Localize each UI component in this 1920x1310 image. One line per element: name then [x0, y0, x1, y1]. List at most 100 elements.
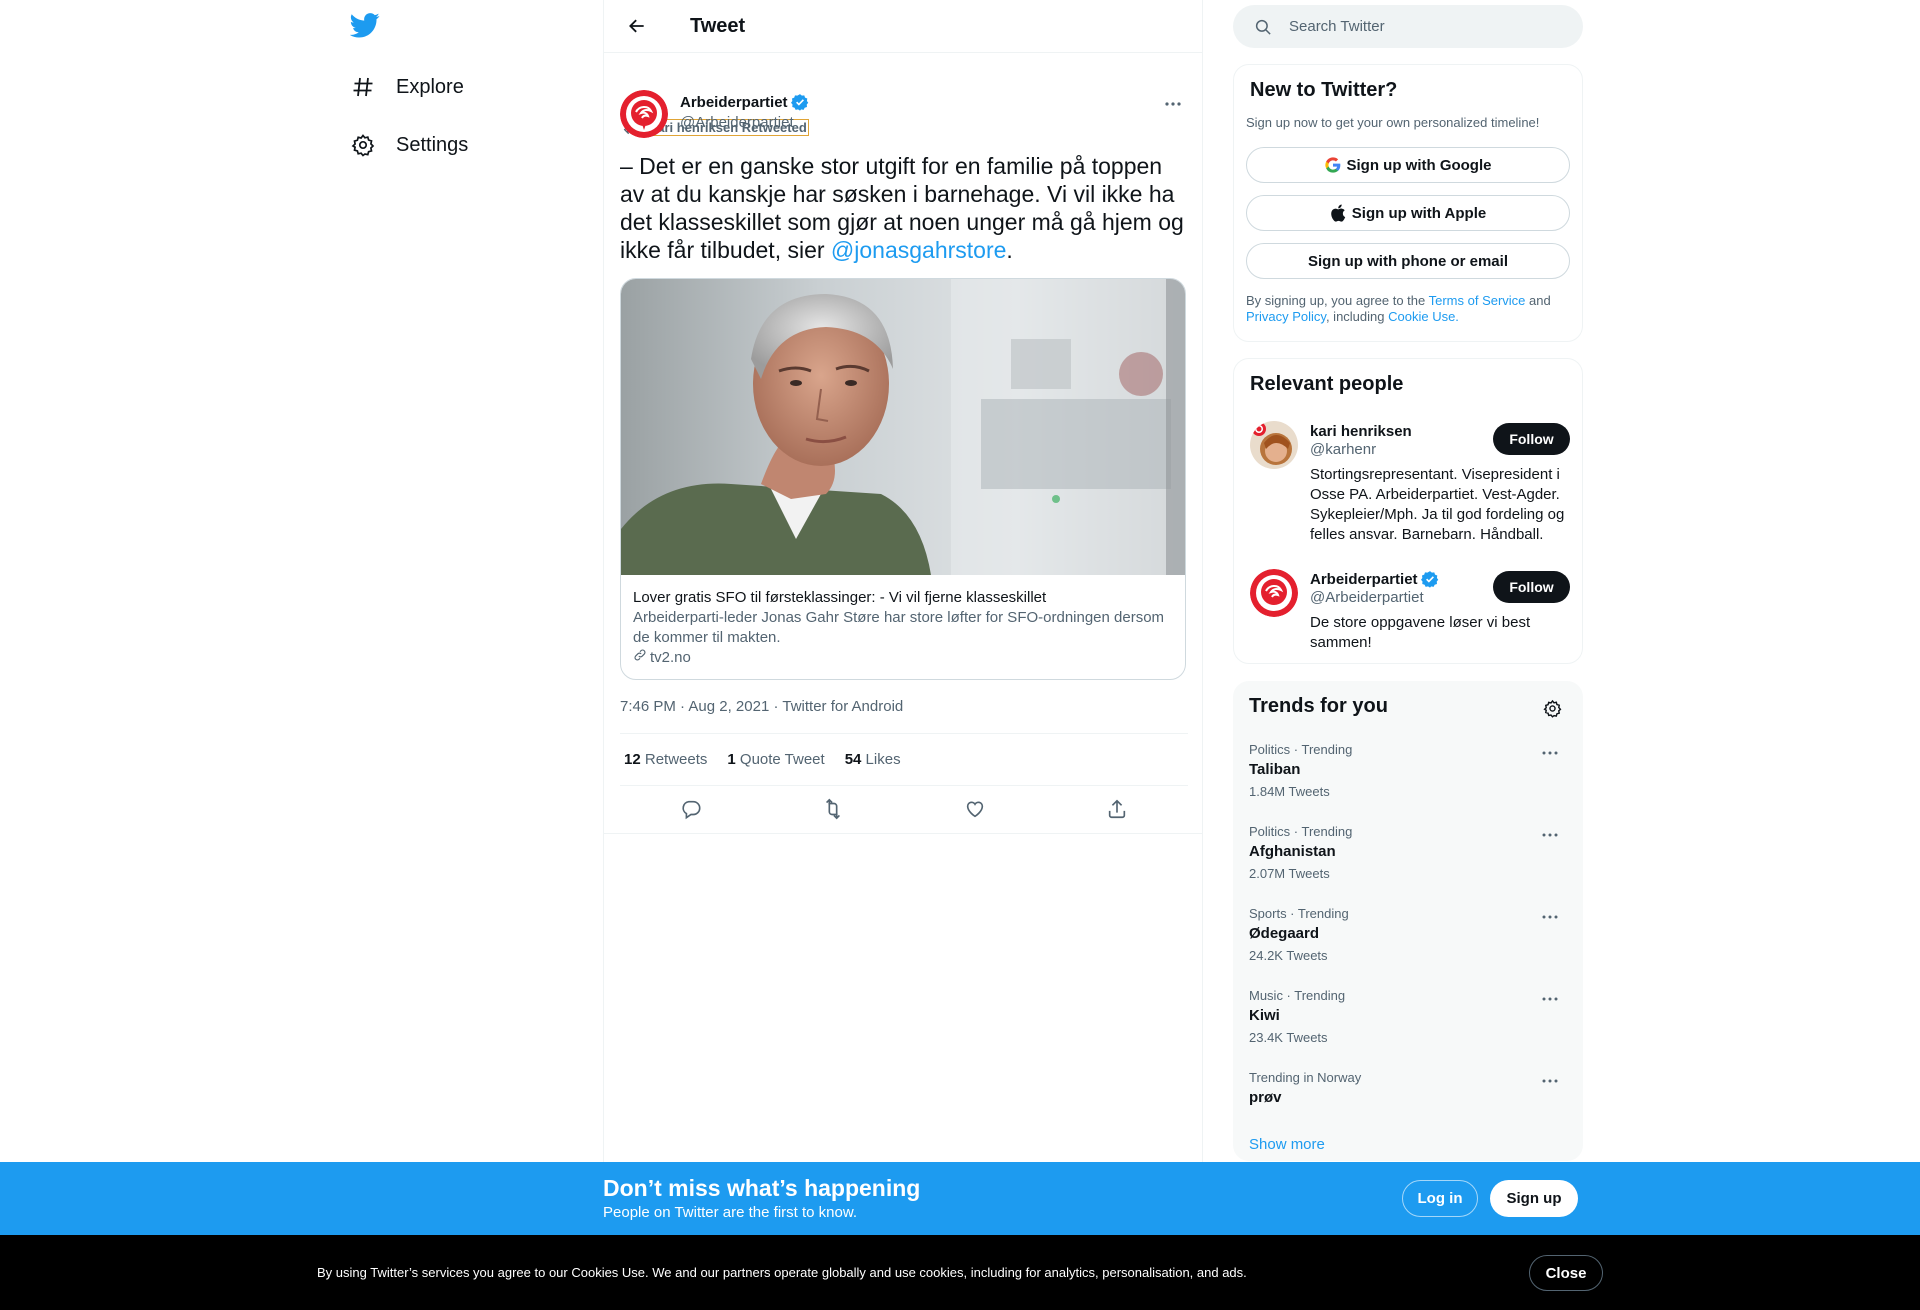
trend-count: 24.2K Tweets — [1249, 948, 1328, 963]
relevant-people-title: Relevant people — [1250, 373, 1404, 395]
terms-of-service-link[interactable]: Terms of Service — [1429, 293, 1526, 308]
trend-name: Kiwi — [1249, 1007, 1280, 1024]
tweet-text-end: . — [1006, 237, 1013, 263]
back-button[interactable] — [620, 9, 654, 43]
reply-icon — [682, 800, 701, 820]
trend-context: Sports · Trending — [1249, 906, 1349, 921]
card-title: Lover gratis SFO til førsteklassinger: -… — [633, 589, 1047, 606]
divider — [620, 785, 1188, 786]
trend-name: prøv — [1249, 1089, 1282, 1106]
card-description: Arbeiderparti-leder Jonas Gahr Støre har… — [633, 609, 1165, 646]
share-button[interactable] — [1099, 791, 1135, 827]
banner-subtitle: People on Twitter are the first to know. — [603, 1204, 858, 1221]
tweet-meta: 7:46 PM · Aug 2, 2021 · Twitter for Andr… — [620, 695, 903, 735]
trend-item[interactable]: Sports · Trending Ødegaard 24.2K Tweets — [1249, 905, 1569, 981]
quotes-count: 1 — [727, 750, 736, 768]
trend-item[interactable]: Trending in Norway prøv — [1249, 1069, 1569, 1145]
gear-icon — [1542, 699, 1561, 718]
like-button[interactable] — [957, 791, 993, 827]
quotes-label: Quote Tweet — [739, 750, 825, 768]
person-avatar[interactable] — [1250, 569, 1298, 617]
trend-more-button[interactable] — [1537, 1071, 1563, 1091]
tweet-source[interactable]: Twitter for Android — [782, 698, 903, 715]
signup-phone-label: Sign up with phone or email — [1307, 252, 1508, 270]
meta-separator: · — [675, 698, 689, 715]
nav-settings-label: Settings — [396, 133, 469, 156]
nav-explore-label: Explore — [396, 75, 464, 98]
divider — [620, 733, 1188, 734]
relevant-people-panel: Relevant people kari henriksen @karhenr … — [1233, 358, 1583, 664]
retweet-button[interactable] — [815, 791, 851, 827]
link-icon — [633, 648, 647, 668]
signup-banner: Don’t miss what’s happening People on Tw… — [0, 1162, 1920, 1235]
twitter-logo-icon[interactable] — [349, 10, 385, 45]
terms-text: By signing up, you agree to the — [1246, 293, 1429, 308]
follow-button[interactable]: Follow — [1493, 571, 1570, 603]
login-button[interactable]: Log in — [1402, 1180, 1478, 1217]
more-dots-icon — [1542, 997, 1558, 1001]
nav-explore[interactable]: Explore — [350, 63, 464, 111]
trend-more-button[interactable] — [1537, 825, 1563, 845]
new-to-twitter-panel: New to Twitter? Sign up now to get your … — [1233, 64, 1583, 342]
person-bio: Stortingsrepresentant. Visepresident i O… — [1310, 466, 1565, 543]
likes-label: Likes — [865, 750, 901, 768]
person-name[interactable]: Arbeiderpartiet — [1310, 571, 1418, 588]
author-handle[interactable]: @Arbeiderpartiet — [680, 114, 809, 131]
author-avatar[interactable] — [620, 90, 668, 138]
trends-settings-button[interactable] — [1537, 693, 1567, 723]
card-image — [621, 279, 1185, 575]
verified-badge-icon — [1420, 571, 1438, 588]
trend-context: Music · Trending — [1249, 988, 1346, 1003]
apple-icon — [1330, 204, 1346, 222]
cookie-close-button[interactable]: Close — [1529, 1255, 1603, 1291]
new-to-twitter-title: New to Twitter? — [1250, 79, 1398, 101]
trend-more-button[interactable] — [1537, 907, 1563, 927]
privacy-policy-link[interactable]: Privacy Policy — [1246, 309, 1326, 324]
terms-text: , including — [1325, 309, 1389, 324]
mention-link[interactable]: @jonasgahrstore — [831, 237, 1007, 263]
more-dots-icon — [1542, 751, 1558, 755]
likes-count: 54 — [844, 750, 862, 768]
quote-tweets-stat[interactable]: 1 Quote Tweet — [727, 751, 824, 768]
search-bar[interactable] — [1233, 5, 1583, 48]
more-options-button[interactable] — [1158, 92, 1188, 116]
trend-more-button[interactable] — [1537, 989, 1563, 1009]
hashtag-icon — [350, 74, 376, 100]
signup-google-label: Sign up with Google — [1346, 156, 1492, 174]
nav-settings[interactable]: Settings — [350, 121, 468, 169]
person-avatar[interactable] — [1250, 421, 1298, 469]
tweet-stats: 12 Retweets 1 Quote Tweet 54 Likes — [624, 744, 921, 774]
trend-count: 23.4K Tweets — [1249, 1030, 1328, 1045]
trend-item[interactable]: Politics · Trending Taliban 1.84M Tweets — [1249, 741, 1569, 817]
signup-apple-button[interactable]: Sign up with Apple — [1246, 195, 1570, 231]
tweet-author: Arbeiderpartiet @Arbeiderpartiet — [620, 90, 1188, 138]
author-name[interactable]: Arbeiderpartiet — [680, 94, 788, 111]
signup-button[interactable]: Sign up — [1490, 1180, 1578, 1217]
tweet-date[interactable]: Aug 2, 2021 — [688, 698, 769, 715]
search-input[interactable] — [1289, 18, 1549, 35]
terms-text: and — [1525, 293, 1551, 308]
link-card[interactable]: Lover gratis SFO til førsteklassinger: -… — [620, 278, 1186, 680]
person-bio: De store oppgavene løser vi best sammen! — [1310, 614, 1531, 651]
signup-phone-button[interactable]: Sign up with phone or email — [1246, 243, 1570, 279]
google-icon — [1324, 157, 1341, 173]
trend-more-button[interactable] — [1537, 743, 1563, 763]
cookie-bar: By using Twitter’s services you agree to… — [0, 1235, 1920, 1310]
tweet-time[interactable]: 7:46 PM — [620, 698, 676, 715]
retweets-count: 12 — [624, 750, 641, 768]
signup-terms: By signing up, you agree to the Terms of… — [1246, 293, 1570, 325]
tweet-text: – Det er en ganske stor utgift for en fa… — [620, 152, 1188, 264]
likes-stat[interactable]: 54 Likes — [845, 751, 901, 768]
trend-context: Politics · Trending — [1249, 742, 1353, 757]
trend-item[interactable]: Politics · Trending Afghanistan 2.07M Tw… — [1249, 823, 1569, 899]
follow-button[interactable]: Follow — [1493, 423, 1570, 455]
trend-count: 1.84M Tweets — [1249, 784, 1330, 799]
signup-google-button[interactable]: Sign up with Google — [1246, 147, 1570, 183]
reply-button[interactable] — [673, 791, 709, 827]
trend-item[interactable]: Music · Trending Kiwi 23.4K Tweets — [1249, 987, 1569, 1063]
signup-apple-label: Sign up with Apple — [1351, 204, 1487, 222]
divider — [604, 833, 1202, 834]
retweets-stat[interactable]: 12 Retweets — [624, 751, 707, 768]
cookie-use-link[interactable]: Cookie Use. — [1388, 309, 1459, 324]
show-more-link[interactable]: Show more — [1249, 1136, 1325, 1153]
